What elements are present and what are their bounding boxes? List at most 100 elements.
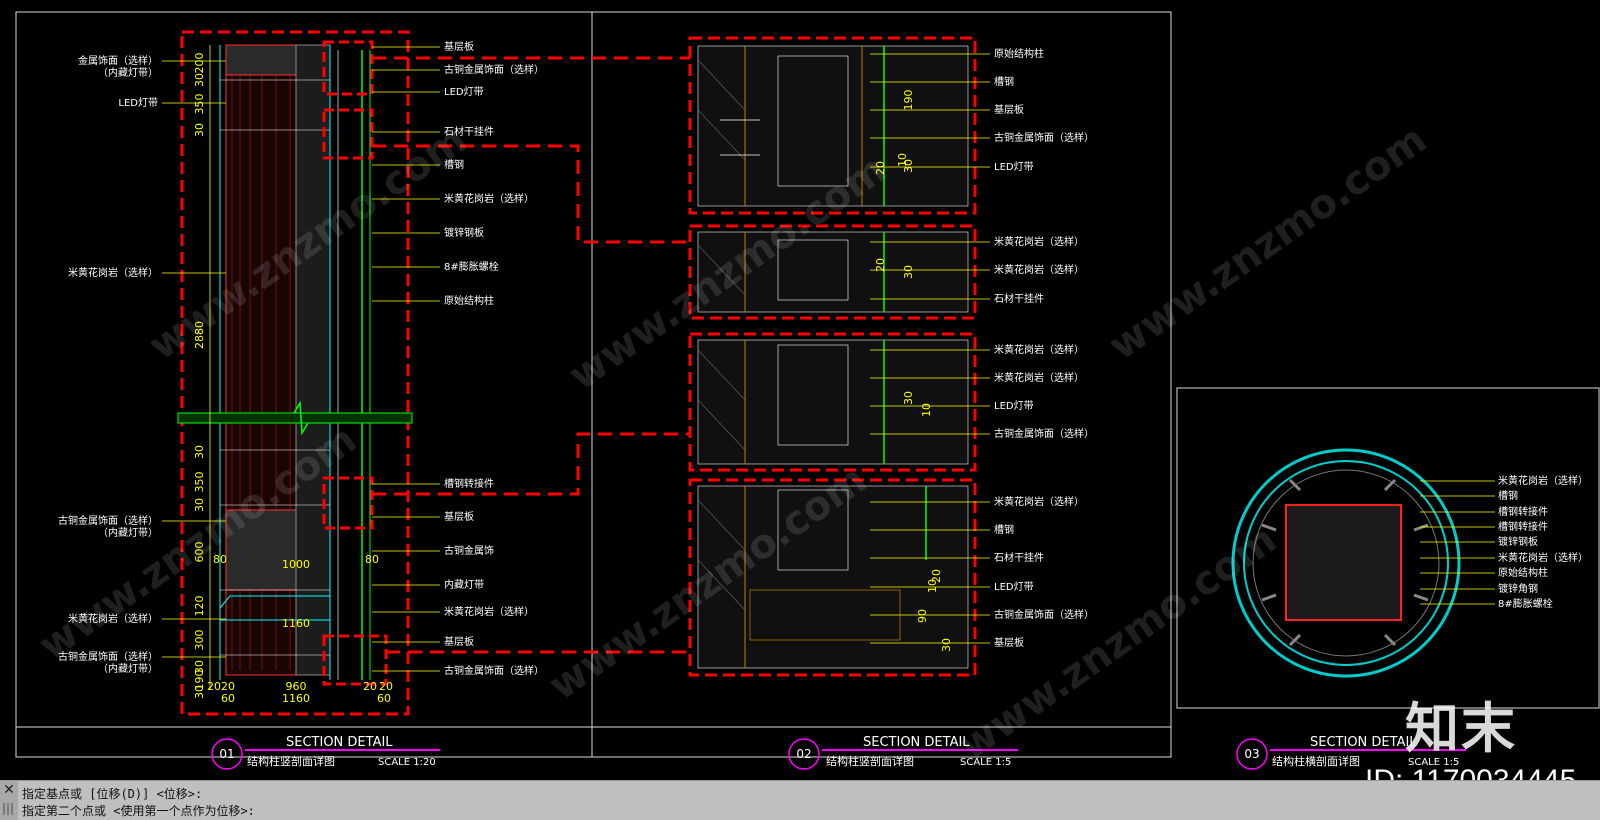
- right-material-label: LED灯带: [444, 86, 484, 98]
- dimension-label: 350: [193, 94, 206, 115]
- panel-subtitle: 结构柱横剖面详图: [1272, 754, 1360, 768]
- left-material-label: 米黄花岗岩（选样）: [68, 612, 158, 625]
- grip-icon[interactable]: [3, 803, 15, 815]
- detail-material-label: 米黄花岗岩（选样）: [994, 343, 1084, 356]
- left-material-label: （内藏灯带）: [98, 662, 158, 675]
- right-material-label: 基层板: [444, 510, 474, 523]
- left-material-label: （内藏灯带）: [98, 66, 158, 79]
- detail-material-label: 米黄花岗岩（选样）: [994, 235, 1084, 248]
- dimension-label: 30: [193, 73, 206, 87]
- plan-material-label: 米黄花岗岩（选样）: [1498, 474, 1588, 487]
- panel-title: SECTION DETAIL: [863, 735, 970, 750]
- detail-material-label: 石材干挂件: [994, 292, 1044, 305]
- panel-number: 01: [219, 747, 234, 761]
- detail-material-label: 基层板: [994, 636, 1024, 649]
- right-material-label: 8#膨胀螺栓: [444, 260, 499, 273]
- detail-material-label: 槽钢: [994, 75, 1014, 88]
- left-material-label: 金属饰面（选样）: [78, 54, 158, 67]
- dimension-label: 30: [193, 498, 206, 512]
- detail-material-label: 原始结构柱: [994, 47, 1044, 60]
- detail-material-label: LED灯带: [994, 400, 1034, 412]
- dimension-label: 190: [902, 90, 915, 111]
- dimension-label: 60: [377, 692, 391, 705]
- dimension-label: 30: [902, 391, 915, 405]
- detail-material-label: LED灯带: [994, 581, 1034, 593]
- plan-material-label: 槽钢: [1498, 489, 1518, 502]
- dimension-label: 20: [930, 569, 943, 583]
- right-material-label: 米黄花岗岩（选样）: [444, 605, 534, 618]
- cad-drawing-canvas[interactable]: 金属饰面（选样） （内藏灯带） LED灯带 米黄花岗岩（选样） 古铜金属饰面（选样） （内…: [0, 0, 1600, 780]
- dimension-label: 1160: [282, 617, 310, 630]
- dimension-label: 30: [193, 123, 206, 137]
- plan-material-label: 原始结构柱: [1498, 566, 1548, 579]
- dimension-label: 80: [213, 553, 227, 566]
- dimension-label: 20: [363, 680, 377, 693]
- detail-connectors: [372, 56, 690, 654]
- command-line-window[interactable]: ✕ 指定基点或 [位移(D)] <位移>: 指定第二个点或 <使用第一个点作为位…: [0, 780, 1600, 820]
- dimension-label: 80: [365, 553, 379, 566]
- right-material-label: 槽钢转接件: [444, 477, 494, 490]
- detail-material-label: 古铜金属饰面（选样）: [994, 608, 1094, 621]
- plan-material-label: 槽钢转接件: [1498, 520, 1548, 533]
- right-material-label: 古铜金属饰面（选样）: [444, 664, 544, 677]
- panel-title: SECTION DETAIL: [286, 735, 393, 750]
- dimension-label: 30: [902, 265, 915, 279]
- detail-material-label: LED灯带: [994, 161, 1034, 173]
- dimension-label: 30: [193, 685, 206, 699]
- dimension-label: 30: [940, 638, 953, 652]
- panel-scale: SCALE 1:5: [960, 757, 1011, 768]
- dimension-label: 600: [193, 542, 206, 563]
- detail-material-label: 古铜金属饰面（选样）: [994, 131, 1094, 144]
- dimension-label: 10: [920, 403, 933, 417]
- dimension-label: 20: [207, 680, 221, 693]
- dimension-label: 60: [221, 692, 235, 705]
- right-material-label: 槽钢: [444, 158, 464, 171]
- dimension-label: 200: [193, 53, 206, 74]
- detail-material-label: 米黄花岗岩（选样）: [994, 371, 1084, 384]
- left-material-label: LED灯带: [118, 97, 158, 109]
- dimension-label: 300: [193, 630, 206, 651]
- detail-material-label: 米黄花岗岩（选样）: [994, 495, 1084, 508]
- drawing-svg[interactable]: 金属饰面（选样）（内藏灯带）LED灯带米黄花岗岩（选样）古铜金属饰面（选样）（内…: [0, 0, 1600, 780]
- plan-material-label: 槽钢转接件: [1498, 505, 1548, 518]
- command-prompt-line[interactable]: 指定第二个点或 <使用第一个点作为位移>:: [22, 802, 255, 819]
- right-material-label: 镀锌钢板: [444, 226, 484, 239]
- panel-title: SECTION DETAIL: [1310, 735, 1417, 750]
- detail-material-label: 石材干挂件: [994, 551, 1044, 564]
- panel-subtitle: 结构柱竖剖面详图: [826, 754, 914, 768]
- dimension-label: 350: [193, 472, 206, 493]
- detail-material-label: 古铜金属饰面（选样）: [994, 427, 1094, 440]
- left-material-label: （内藏灯带）: [98, 526, 158, 539]
- right-material-label: 古铜金属饰面（选样）: [444, 63, 544, 76]
- dimension-label: 1000: [282, 558, 310, 571]
- dimension-label: 2880: [193, 321, 206, 349]
- plan-material-label: 米黄花岗岩（选样）: [1498, 551, 1588, 564]
- dimension-label: 30: [902, 159, 915, 173]
- right-material-label: 古铜金属饰: [444, 544, 494, 557]
- dimension-label: 20: [874, 258, 887, 272]
- dimension-label: 20: [874, 161, 887, 175]
- panel-scale: SCALE 1:20: [378, 757, 436, 768]
- dimension-label: 30: [193, 445, 206, 459]
- panel-number: 02: [796, 747, 811, 761]
- right-material-label: 内藏灯带: [444, 578, 484, 591]
- plan-material-label: 镀锌钢板: [1498, 535, 1538, 548]
- right-material-label: 基层板: [444, 635, 474, 648]
- dimension-label: 120: [193, 596, 206, 617]
- detail-material-label: 米黄花岗岩（选样）: [994, 263, 1084, 276]
- right-material-label: 米黄花岗岩（选样）: [444, 192, 534, 205]
- detail-material-label: 基层板: [994, 103, 1024, 116]
- right-material-label: 石材干挂件: [444, 125, 494, 138]
- command-grip[interactable]: ✕: [0, 781, 18, 820]
- command-history-line: 指定基点或 [位移(D)] <位移>:: [22, 787, 203, 801]
- plan-material-label: 8#膨胀螺栓: [1498, 597, 1553, 610]
- panel-subtitle: 结构柱竖剖面详图: [247, 754, 335, 768]
- close-icon[interactable]: ✕: [2, 783, 16, 797]
- left-material-label: 古铜金属饰面（选样）: [58, 514, 158, 527]
- dimension-label: 1160: [282, 692, 310, 705]
- panel-3-drawing: [1231, 448, 1461, 678]
- plan-material-label: 镀锌角钢: [1498, 582, 1538, 595]
- dimension-label: 90: [916, 609, 929, 623]
- right-material-label: 基层板: [444, 40, 474, 53]
- brand-logo: 知末: [1405, 697, 1517, 760]
